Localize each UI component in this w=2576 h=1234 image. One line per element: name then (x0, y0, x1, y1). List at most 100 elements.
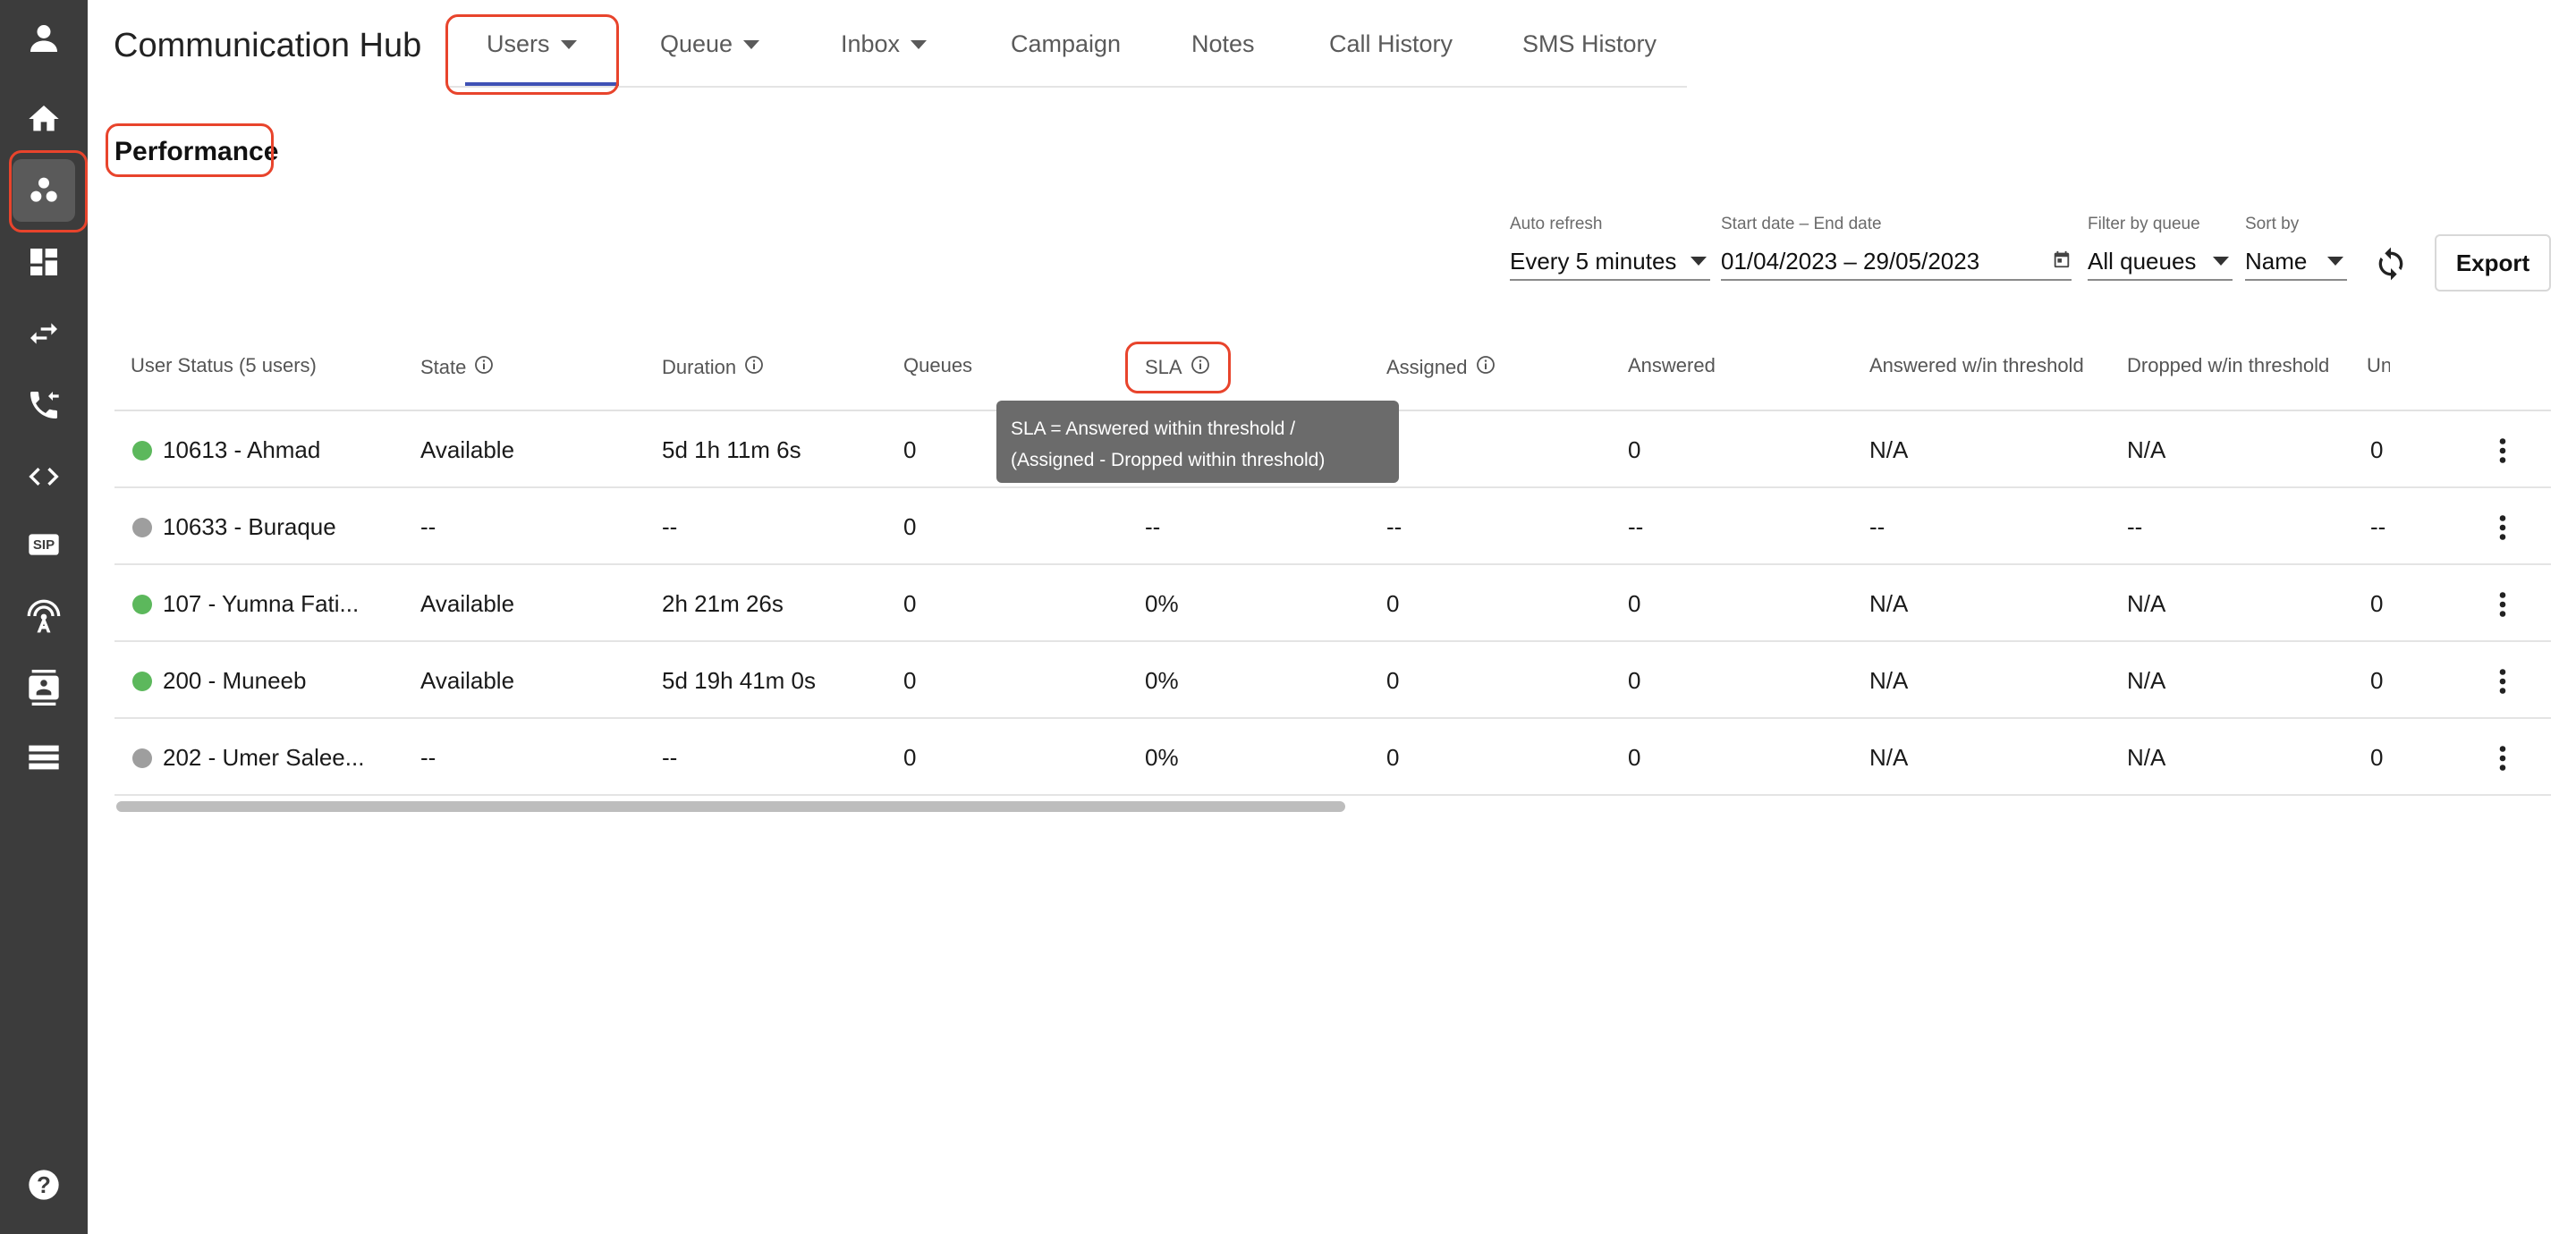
users-group-icon[interactable] (0, 159, 88, 222)
column-sla-label: SLA (1145, 356, 1182, 378)
queue-filter: Filter by queue All queues (2088, 215, 2233, 281)
page-title: Performance (114, 137, 279, 166)
column-queues[interactable]: Queues (903, 354, 972, 377)
sort-select[interactable]: Name (2245, 243, 2347, 281)
more-options-icon[interactable] (2485, 510, 2521, 545)
answered-threshold-cell: N/A (1869, 744, 1909, 771)
date-range-input[interactable]: 01/04/2023 – 29/05/2023 (1721, 243, 2072, 281)
date-range-filter: Start date – End date 01/04/2023 – 29/05… (1721, 215, 2072, 281)
column-state[interactable]: State (420, 354, 495, 381)
column-un[interactable]: Un (2367, 354, 2390, 377)
column-user-status[interactable]: User Status (5 users) (131, 354, 317, 377)
nav-tabs: Users Queue Inbox Campaign Notes Call Hi… (447, 0, 1687, 88)
column-dropped-threshold-label: Dropped w/in threshold (2127, 354, 2330, 376)
tab-queue[interactable]: Queue (660, 30, 760, 58)
table-row[interactable]: 107 - Yumna Fati... Available 2h 21m 26s… (114, 565, 2551, 642)
chevron-down-icon (560, 39, 577, 49)
app-title: Communication Hub (114, 27, 422, 64)
user-cell: 10633 - Buraque (132, 513, 336, 541)
column-answered-threshold[interactable]: Answered w/in threshold (1869, 354, 2084, 377)
calendar-icon[interactable] (2052, 248, 2072, 275)
tab-inbox-label: Inbox (841, 30, 901, 57)
sla-cell: 0% (1145, 744, 1179, 771)
info-icon[interactable] (473, 354, 495, 381)
list-icon[interactable] (0, 726, 88, 789)
antenna-icon[interactable] (0, 585, 88, 647)
assigned-cell: 0 (1386, 744, 1400, 771)
user-cell: 107 - Yumna Fati... (132, 590, 359, 618)
horizontal-scrollbar[interactable] (116, 801, 1345, 812)
status-online-icon (132, 671, 152, 691)
sip-icon[interactable]: SIP (0, 513, 88, 576)
table-header: User Status (5 users) State Duration Que… (114, 331, 2551, 411)
dropped-threshold-cell: -- (2127, 513, 2143, 540)
tab-campaign[interactable]: Campaign (1011, 30, 1121, 58)
tab-notes-label: Notes (1191, 30, 1255, 57)
assigned-cell: 0 (1386, 590, 1400, 617)
column-answered[interactable]: Answered (1628, 354, 1716, 377)
assigned-cell: 0 (1386, 667, 1400, 694)
help-icon-text: ? (37, 1171, 51, 1198)
queues-cell: 0 (903, 667, 917, 694)
more-options-icon[interactable] (2485, 587, 2521, 622)
queue-filter-select[interactable]: All queues (2088, 243, 2233, 281)
dashboard-icon[interactable] (0, 231, 88, 293)
chevron-down-icon (2213, 257, 2229, 266)
sort-filter: Sort by Name (2245, 215, 2347, 281)
phone-forward-icon[interactable] (0, 374, 88, 436)
sla-tooltip: SLA = Answered within threshold / (Assig… (996, 401, 1399, 483)
active-tab-indicator (465, 82, 619, 86)
un-cell: 0 (2370, 590, 2384, 617)
more-options-icon[interactable] (2485, 740, 2521, 776)
contact-card-icon[interactable] (0, 656, 88, 719)
queues-cell: 0 (903, 513, 917, 540)
column-duration-label: Duration (662, 356, 737, 378)
home-icon[interactable] (0, 88, 88, 150)
info-icon[interactable] (743, 354, 765, 381)
dropped-threshold-cell: N/A (2127, 590, 2166, 617)
table-row[interactable]: 200 - Muneeb Available 5d 19h 41m 0s 0 0… (114, 642, 2551, 719)
info-icon[interactable] (1190, 354, 1211, 381)
column-assigned-label: Assigned (1386, 356, 1468, 378)
sip-icon-text: SIP (32, 537, 55, 553)
code-icon[interactable] (0, 445, 88, 508)
swap-arrows-icon[interactable] (0, 302, 88, 365)
chevron-down-icon (743, 39, 760, 49)
column-sla[interactable]: SLA (1145, 354, 1211, 381)
tab-call-history[interactable]: Call History (1329, 30, 1453, 58)
state-cell: -- (420, 744, 436, 771)
date-range-label: Start date – End date (1721, 215, 1882, 233)
date-range-value: 01/04/2023 – 29/05/2023 (1721, 247, 1980, 275)
un-cell: 0 (2370, 744, 2384, 771)
tab-sms-history-label: SMS History (1522, 30, 1657, 57)
column-user-status-label: User Status (5 users) (131, 354, 317, 376)
auto-refresh-filter: Auto refresh Every 5 minutes (1510, 215, 1710, 281)
more-options-icon[interactable] (2485, 663, 2521, 699)
column-assigned[interactable]: Assigned (1386, 354, 1496, 381)
tab-users[interactable]: Users (487, 30, 577, 58)
info-icon[interactable] (1475, 354, 1496, 381)
more-options-icon[interactable] (2485, 433, 2521, 469)
export-button[interactable]: Export (2435, 234, 2551, 292)
sla-cell: -- (1145, 513, 1161, 540)
tab-queue-label: Queue (660, 30, 733, 57)
column-un-label: Un (2367, 354, 2390, 376)
table-row[interactable]: 10633 - Buraque -- -- 0 -- -- -- -- -- -… (114, 488, 2551, 565)
person-icon[interactable] (0, 7, 88, 70)
tab-sms-history[interactable]: SMS History (1522, 30, 1657, 58)
state-cell: -- (420, 513, 436, 540)
auto-refresh-select[interactable]: Every 5 minutes (1510, 243, 1710, 281)
table-row[interactable]: 202 - Umer Salee... -- -- 0 0% 0 0 N/A N… (114, 719, 2551, 796)
refresh-icon[interactable] (2368, 241, 2413, 286)
tab-notes[interactable]: Notes (1191, 30, 1255, 58)
tab-inbox[interactable]: Inbox (841, 30, 928, 58)
un-cell: -- (2370, 513, 2386, 540)
help-icon[interactable]: ? (0, 1154, 88, 1216)
user-name: 202 - Umer Salee... (163, 744, 365, 771)
column-duration[interactable]: Duration (662, 354, 765, 381)
column-answered-threshold-label: Answered w/in threshold (1869, 354, 2084, 376)
auto-refresh-label: Auto refresh (1510, 215, 1603, 233)
status-online-icon (132, 440, 152, 461)
chevron-down-icon (1690, 257, 1707, 266)
column-dropped-threshold[interactable]: Dropped w/in threshold (2127, 354, 2329, 377)
